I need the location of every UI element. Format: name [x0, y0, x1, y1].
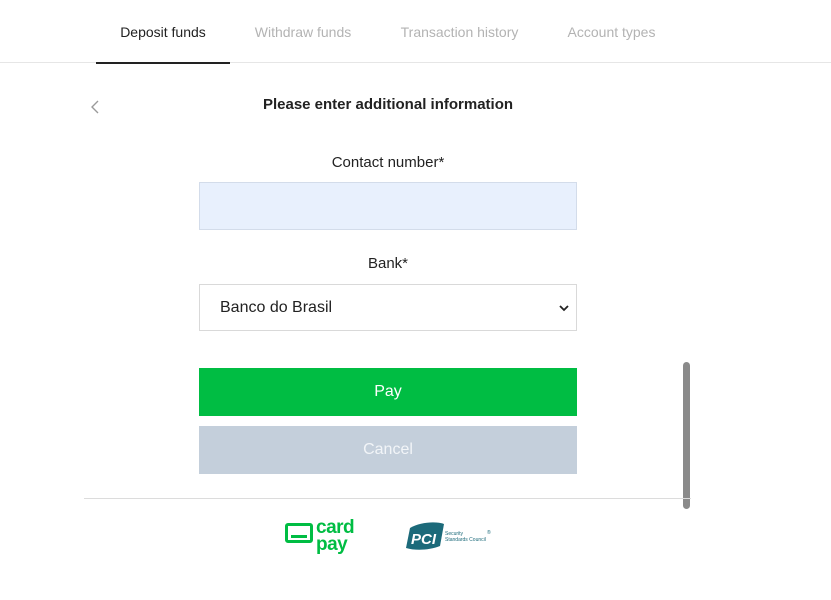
- contact-number-label: Contact number*: [331, 154, 445, 171]
- chevron-left-icon: [91, 100, 99, 114]
- pci-badge-text: PCI: [411, 531, 437, 548]
- chevron-down-icon: [559, 305, 569, 312]
- bank-selected-value: Banco do Brasil: [220, 298, 333, 316]
- tab-withdraw-funds[interactable]: Withdraw funds: [241, 0, 365, 63]
- pci-logo: PCI Security Standards Council ®: [400, 520, 495, 554]
- cardpay-logo-text-pay: pay: [316, 534, 348, 555]
- cancel-button[interactable]: Cancel: [199, 426, 577, 474]
- pci-badge-icon: PCI: [406, 522, 444, 550]
- pci-registered-mark: ®: [487, 530, 491, 536]
- tab-bar: Deposit funds Withdraw funds Transaction…: [0, 0, 831, 64]
- contact-number-input[interactable]: [199, 182, 577, 230]
- deposit-page: Deposit funds Withdraw funds Transaction…: [0, 0, 831, 600]
- card-icon: [285, 523, 313, 543]
- footer-divider: [84, 498, 691, 499]
- tab-account-types[interactable]: Account types: [553, 0, 670, 63]
- form-title: Please enter additional information: [262, 96, 514, 113]
- pci-line-2: Standards Council: [445, 537, 486, 543]
- pay-button[interactable]: Pay: [199, 368, 577, 416]
- pci-council-text: Security Standards Council: [445, 531, 486, 543]
- scrollbar-thumb[interactable]: [683, 362, 690, 509]
- back-button[interactable]: [88, 97, 104, 117]
- cardpay-logo: card pay: [285, 518, 365, 556]
- bank-select[interactable]: Banco do Brasil: [199, 284, 577, 331]
- tab-deposit-funds[interactable]: Deposit funds: [96, 0, 230, 64]
- bank-label: Bank*: [367, 255, 409, 272]
- tab-transaction-history[interactable]: Transaction history: [386, 0, 533, 63]
